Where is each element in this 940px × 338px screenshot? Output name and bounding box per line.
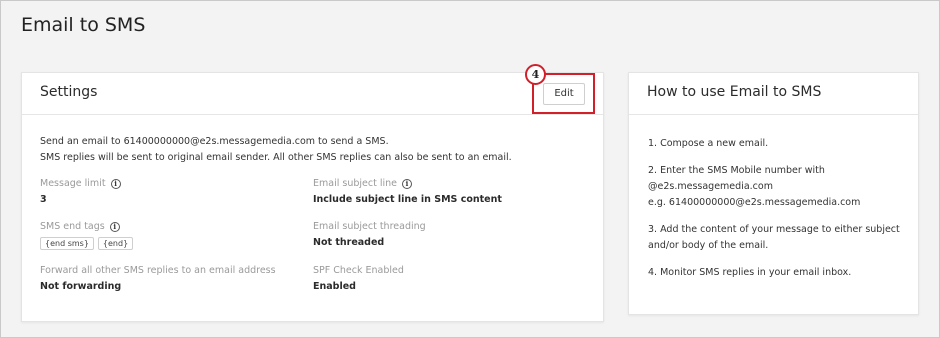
howto-step-4: 4. Monitor SMS replies in your email inb… [648,267,852,278]
message-limit-label: Message limit [40,178,106,189]
howto-step-2-line-3: e.g. 61400000000@e2s.messagemedia.com [648,197,861,208]
message-limit-value: 3 [40,194,47,205]
spf-label: SPF Check Enabled [313,265,404,276]
callout-number-badge: 4 [525,64,546,85]
howto-step-1: 1. Compose a new email. [648,138,769,149]
forward-field: Forward all other SMS replies to an emai… [40,265,276,292]
intro-line-2: SMS replies will be sent to original ema… [40,152,512,163]
sms-end-tags-label: SMS end tags [40,221,105,232]
message-limit-field: Message limit i 3 [40,178,121,205]
settings-intro: Send an email to 61400000000@e2s.message… [40,134,512,166]
howto-title: How to use Email to SMS [647,84,822,100]
spf-value: Enabled [313,281,356,292]
settings-card: Settings Edit Send an email to 614000000… [21,72,604,322]
howto-step-2-line-2: @e2s.messagemedia.com [648,181,773,192]
settings-header: Settings Edit [22,73,603,115]
subject-line-label: Email subject line [313,178,397,189]
info-icon[interactable]: i [109,221,120,232]
info-icon[interactable]: i [401,178,412,189]
howto-step-2-line-1: 2. Enter the SMS Mobile number with [648,165,825,176]
howto-steps: 1. Compose a new email. 2. Enter the SMS… [648,136,908,292]
howto-step-2: 2. Enter the SMS Mobile number with @e2s… [648,163,908,211]
sms-end-tag: {end} [97,237,134,250]
howto-step-3-line-1: 3. Add the content of your message to ei… [648,224,900,235]
settings-title: Settings [40,84,98,100]
threading-field: Email subject threading Not threaded [313,221,426,248]
threading-label: Email subject threading [313,221,426,232]
sms-end-tags-list: {end sms} {end} [40,237,134,250]
subject-line-value: Include subject line in SMS content [313,194,502,205]
forward-label: Forward all other SMS replies to an emai… [40,265,276,276]
spf-field: SPF Check Enabled Enabled [313,265,404,292]
info-icon[interactable]: i [110,178,121,189]
intro-line-1: Send an email to 61400000000@e2s.message… [40,136,389,147]
sms-end-tag: {end sms} [40,237,94,250]
howto-step-3: 3. Add the content of your message to ei… [648,222,908,254]
howto-header: How to use Email to SMS [629,73,918,115]
forward-value: Not forwarding [40,281,122,292]
page-title: Email to SMS [21,14,146,36]
threading-value: Not threaded [313,237,385,248]
howto-step-3-line-2: and/or body of the email. [648,240,769,251]
subject-line-field: Email subject line i Include subject lin… [313,178,502,205]
howto-card: How to use Email to SMS 1. Compose a new… [628,72,919,315]
sms-end-tags-field: SMS end tags i {end sms} {end} [40,221,134,250]
